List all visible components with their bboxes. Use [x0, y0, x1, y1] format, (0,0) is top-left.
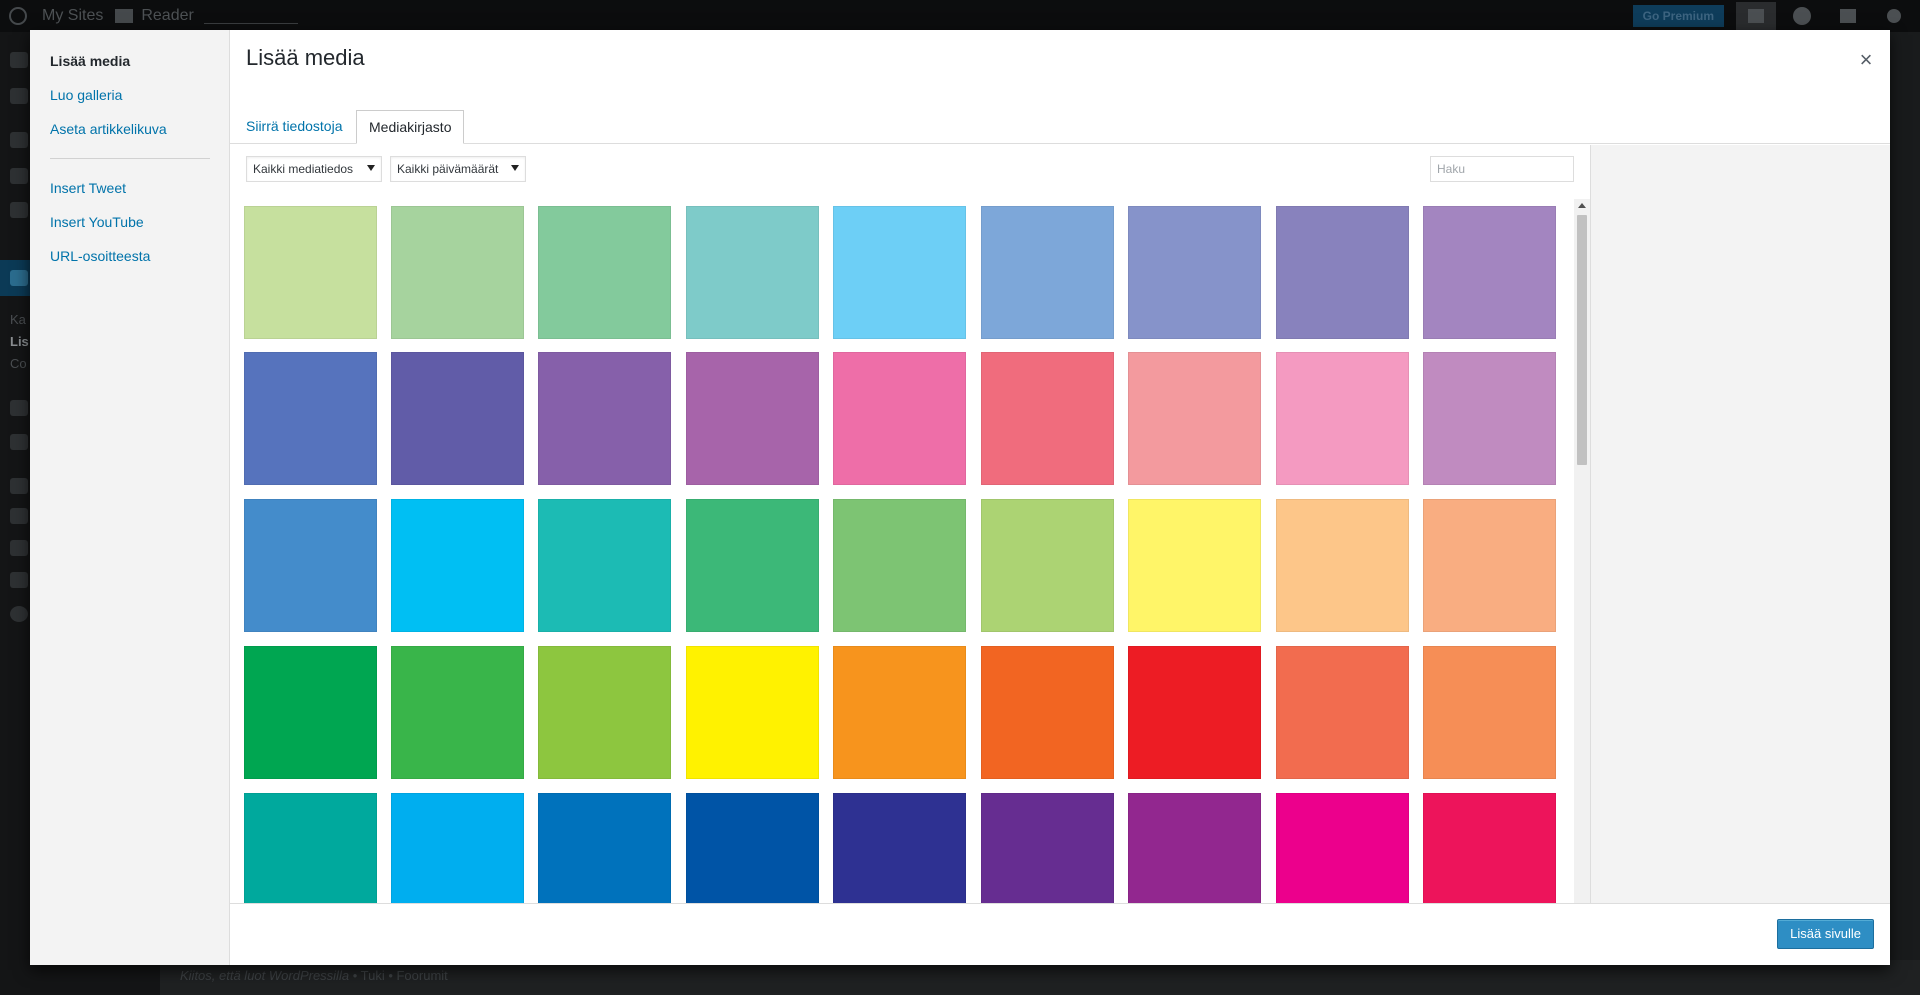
attachments-scrollbar[interactable] [1574, 199, 1590, 931]
menu-item-insert-from-url[interactable]: URL-osoitteesta [30, 239, 229, 273]
new-post-icon[interactable] [1736, 2, 1776, 30]
footer-links[interactable]: • Tuki • Foorumit [353, 968, 448, 983]
attachment-thumbnail[interactable] [244, 646, 377, 779]
scroll-up-arrow-icon[interactable] [1578, 203, 1586, 208]
close-icon[interactable]: × [1848, 42, 1884, 78]
attachment-thumbnail[interactable] [981, 499, 1114, 632]
menu-item-insert-media[interactable]: Lisää media [30, 44, 229, 78]
attachment-thumbnail[interactable] [1276, 646, 1409, 779]
attachment-thumbnail[interactable] [686, 206, 819, 339]
attachment-thumbnail[interactable] [686, 499, 819, 632]
my-sites-label: My Sites [42, 7, 104, 24]
attachment-thumbnail[interactable] [686, 352, 819, 485]
attachment-thumbnail[interactable] [981, 206, 1114, 339]
media-type-filter[interactable]: Kaikki mediatiedos [246, 156, 382, 182]
attachment-thumbnail[interactable] [833, 206, 966, 339]
menu-item-create-gallery[interactable]: Luo galleria [30, 78, 229, 112]
insert-into-page-button[interactable]: Lisää sivulle [1777, 919, 1874, 949]
attachment-thumbnail[interactable] [1423, 206, 1556, 339]
go-premium-button[interactable]: Go Premium [1632, 5, 1724, 27]
attachment-thumbnail[interactable] [244, 206, 377, 339]
posts-icon[interactable] [10, 132, 28, 148]
menu-separator [50, 158, 210, 159]
submenu-item[interactable]: Ka [10, 312, 26, 327]
attachment-thumbnail[interactable] [1128, 206, 1261, 339]
attachment-thumbnail[interactable] [391, 499, 524, 632]
attachment-thumbnail[interactable] [538, 499, 671, 632]
tab-upload-files[interactable]: Siirrä tiedostoja [234, 110, 355, 144]
media-frame-menu: Lisää media Luo galleria Aseta artikkeli… [30, 30, 230, 965]
dropdown-arrow-icon [511, 165, 519, 171]
notifications-icon[interactable] [1828, 2, 1868, 30]
date-filter[interactable]: Kaikki päivämäärät [390, 156, 526, 182]
attachment-thumbnail[interactable] [1423, 646, 1556, 779]
menu-item-insert-tweet[interactable]: Insert Tweet [30, 171, 229, 205]
attachment-thumbnail[interactable] [1128, 499, 1261, 632]
attachments-grid [230, 195, 1590, 931]
menu-item-insert-youtube[interactable]: Insert YouTube [30, 205, 229, 239]
attachment-thumbnail[interactable] [538, 646, 671, 779]
feedback-icon[interactable] [10, 434, 28, 450]
submenu-item[interactable]: Co [10, 356, 27, 371]
submenu-item[interactable]: Lis [10, 334, 29, 349]
stats-sparkline [203, 8, 298, 24]
attachment-thumbnail[interactable] [244, 352, 377, 485]
attachment-thumbnail[interactable] [833, 499, 966, 632]
wordpress-logo-icon[interactable] [0, 0, 36, 32]
attachment-thumbnail[interactable] [981, 352, 1114, 485]
comments-icon[interactable] [10, 400, 28, 416]
attachment-thumbnail[interactable] [1423, 352, 1556, 485]
attachment-thumbnail[interactable] [1128, 352, 1261, 485]
attachment-thumbnail[interactable] [391, 352, 524, 485]
media-type-filter-value: Kaikki mediatiedos [253, 162, 354, 176]
attachment-thumbnail[interactable] [1276, 206, 1409, 339]
reader-link[interactable]: Reader [109, 0, 303, 32]
menu-item-featured-image[interactable]: Aseta artikkelikuva [30, 112, 229, 146]
admin-bar: My Sites Reader Go Premium [0, 0, 1920, 32]
attachment-thumbnail[interactable] [686, 646, 819, 779]
footer-text: Kiitos, että luot WordPressilla • Tuki •… [180, 968, 448, 983]
attachment-thumbnail[interactable] [391, 206, 524, 339]
attachment-thumbnail[interactable] [981, 646, 1114, 779]
dashboard-icon[interactable] [10, 52, 28, 68]
modal-title: Lisää media [246, 45, 365, 70]
search-icon[interactable] [1874, 2, 1914, 30]
collapse-menu-icon[interactable] [10, 606, 28, 622]
date-filter-value: Kaikki päivämäärät [397, 162, 499, 176]
attachment-details-sidebar [1590, 145, 1890, 931]
scrollbar-thumb[interactable] [1577, 215, 1587, 465]
reader-label: Reader [141, 7, 194, 24]
media-frame-content: Kaikki mediatiedos Kaikki päivämäärät [230, 145, 1890, 931]
search-input[interactable] [1430, 156, 1574, 182]
footer-thanks: Kiitos, että luot WordPressilla [180, 968, 350, 983]
attachment-thumbnail[interactable] [1423, 499, 1556, 632]
attachment-thumbnail[interactable] [1276, 499, 1409, 632]
attachment-thumbnail[interactable] [1128, 646, 1261, 779]
dropdown-arrow-icon [367, 165, 375, 171]
attachment-thumbnail[interactable] [833, 646, 966, 779]
attachment-thumbnail[interactable] [538, 352, 671, 485]
links-icon[interactable] [10, 202, 28, 218]
attachment-thumbnail[interactable] [833, 352, 966, 485]
appearance-icon[interactable] [10, 478, 28, 494]
attachment-thumbnail[interactable] [244, 499, 377, 632]
globe-icon[interactable] [1782, 2, 1822, 30]
tools-icon[interactable] [10, 540, 28, 556]
attachment-thumbnail[interactable] [538, 206, 671, 339]
pages-icon[interactable] [10, 270, 28, 286]
tab-media-library[interactable]: Mediakirjasto [356, 110, 465, 144]
media-toolbar: Kaikki mediatiedos Kaikki päivämäärät [230, 145, 1590, 195]
media-icon[interactable] [10, 168, 28, 184]
users-icon[interactable] [10, 508, 28, 524]
reader-icon [115, 9, 134, 23]
attachment-thumbnail[interactable] [1276, 352, 1409, 485]
media-modal: Lisää media Luo galleria Aseta artikkeli… [30, 30, 1890, 965]
settings-icon[interactable] [10, 572, 28, 588]
admin-footer: Kiitos, että luot WordPressilla • Tuki •… [160, 960, 1920, 995]
attachment-thumbnail[interactable] [391, 646, 524, 779]
media-frame-toolbar: Lisää sivulle [230, 903, 1890, 965]
store-icon[interactable] [10, 88, 28, 104]
media-router: Siirrä tiedostoja Mediakirjasto [230, 80, 1890, 144]
my-sites-link[interactable]: My Sites [36, 0, 109, 32]
